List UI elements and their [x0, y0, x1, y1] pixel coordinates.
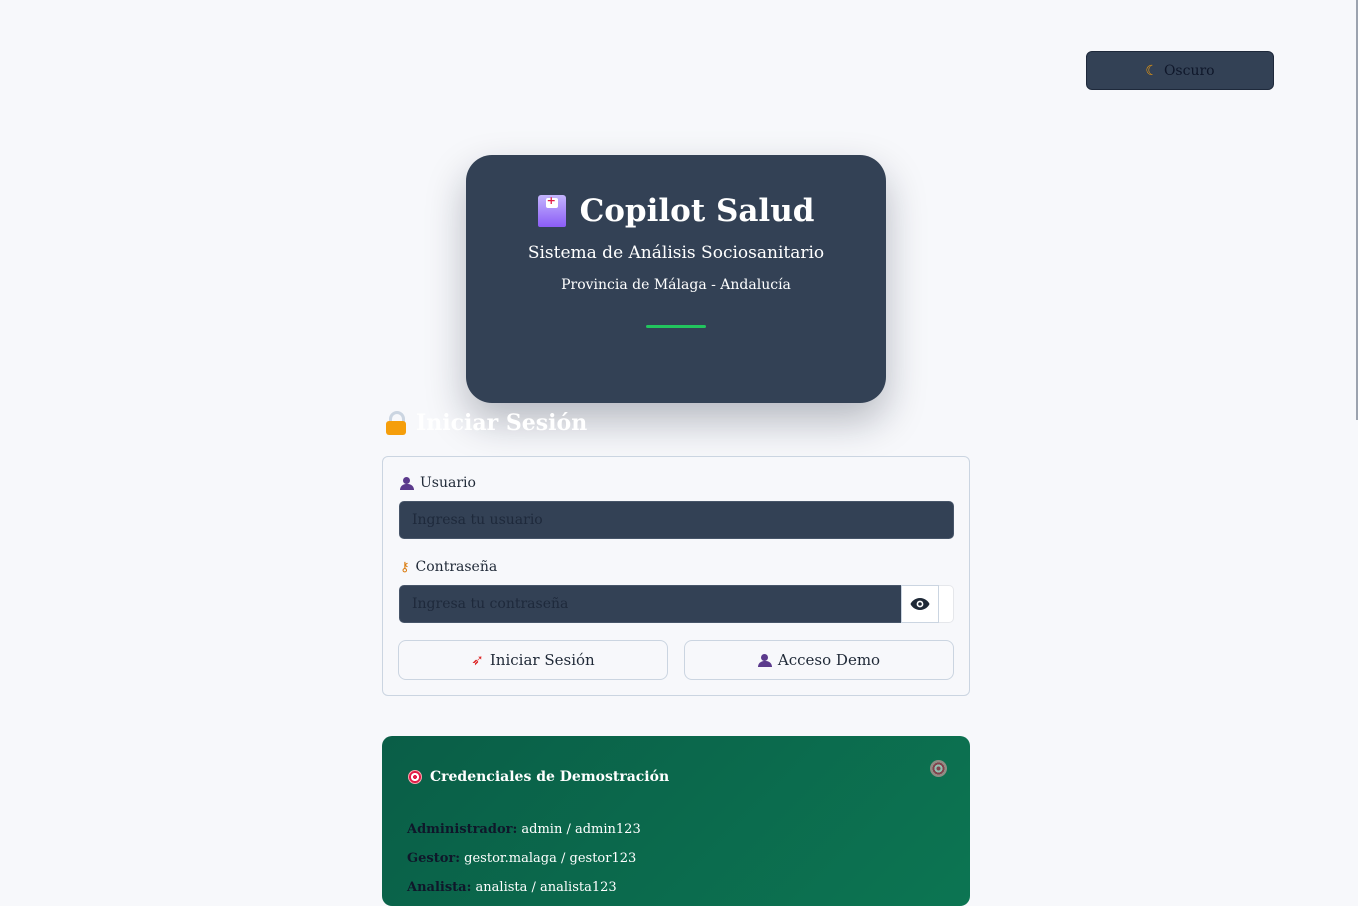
credential-value: gestor.malaga / gestor123: [464, 851, 637, 866]
login-heading: Iniciar Sesión: [386, 410, 587, 436]
accent-divider: [646, 325, 706, 328]
lock-icon: [386, 411, 406, 435]
toggle-password-visibility-button[interactable]: [901, 585, 939, 623]
app-region: Provincia de Málaga - Andalucía: [561, 277, 791, 293]
username-input[interactable]: [399, 501, 954, 539]
password-input[interactable]: [399, 585, 902, 623]
credential-role: Administrador:: [407, 822, 518, 837]
credential-value: analista / analista123: [475, 880, 617, 895]
demo-credentials-title: Credenciales de Demostración: [408, 769, 669, 785]
hero-title-row: Copilot Salud: [466, 193, 886, 229]
credential-row: Analista: analista / analista123: [407, 880, 617, 895]
user-icon: [757, 653, 772, 667]
key-icon: ⚷: [400, 559, 410, 575]
rocket-icon: ➶: [471, 651, 484, 669]
eye-icon: [910, 598, 930, 610]
theme-toggle-button[interactable]: ☾ Oscuro: [1086, 51, 1274, 90]
demo-credentials-card: Credenciales de Demostración Administrad…: [382, 736, 970, 906]
username-label: Usuario: [400, 475, 476, 491]
demo-access-label: Acceso Demo: [777, 651, 881, 669]
login-heading-text: Iniciar Sesión: [416, 410, 588, 436]
password-label: ⚷ Contraseña: [400, 559, 497, 575]
credential-row: Gestor: gestor.malaga / gestor123: [407, 851, 636, 866]
credential-value: admin / admin123: [521, 822, 641, 837]
password-label-text: Contraseña: [415, 559, 498, 575]
login-form: Usuario ⚷ Contraseña ➶ Iniciar Sesión Ac…: [382, 456, 970, 696]
user-icon: [400, 476, 414, 490]
hero-panel: Copilot Salud Sistema de Análisis Socios…: [466, 155, 886, 403]
moon-icon: ☾: [1145, 62, 1158, 79]
username-label-text: Usuario: [420, 475, 476, 491]
target-icon: [930, 760, 947, 777]
app-title: Copilot Salud: [579, 193, 815, 229]
target-icon: [408, 770, 422, 784]
hospital-icon: [537, 194, 566, 227]
login-submit-button[interactable]: ➶ Iniciar Sesión: [398, 640, 668, 680]
app-subtitle: Sistema de Análisis Sociosanitario: [527, 243, 825, 263]
demo-credentials-title-text: Credenciales de Demostración: [430, 769, 670, 785]
login-submit-label: Iniciar Sesión: [489, 651, 595, 669]
demo-access-button[interactable]: Acceso Demo: [684, 640, 954, 680]
credential-role: Analista:: [407, 880, 472, 895]
password-input-end: [939, 585, 954, 623]
credential-row: Administrador: admin / admin123: [407, 822, 641, 837]
theme-toggle-label: Oscuro: [1163, 62, 1215, 79]
credential-role: Gestor:: [407, 851, 461, 866]
